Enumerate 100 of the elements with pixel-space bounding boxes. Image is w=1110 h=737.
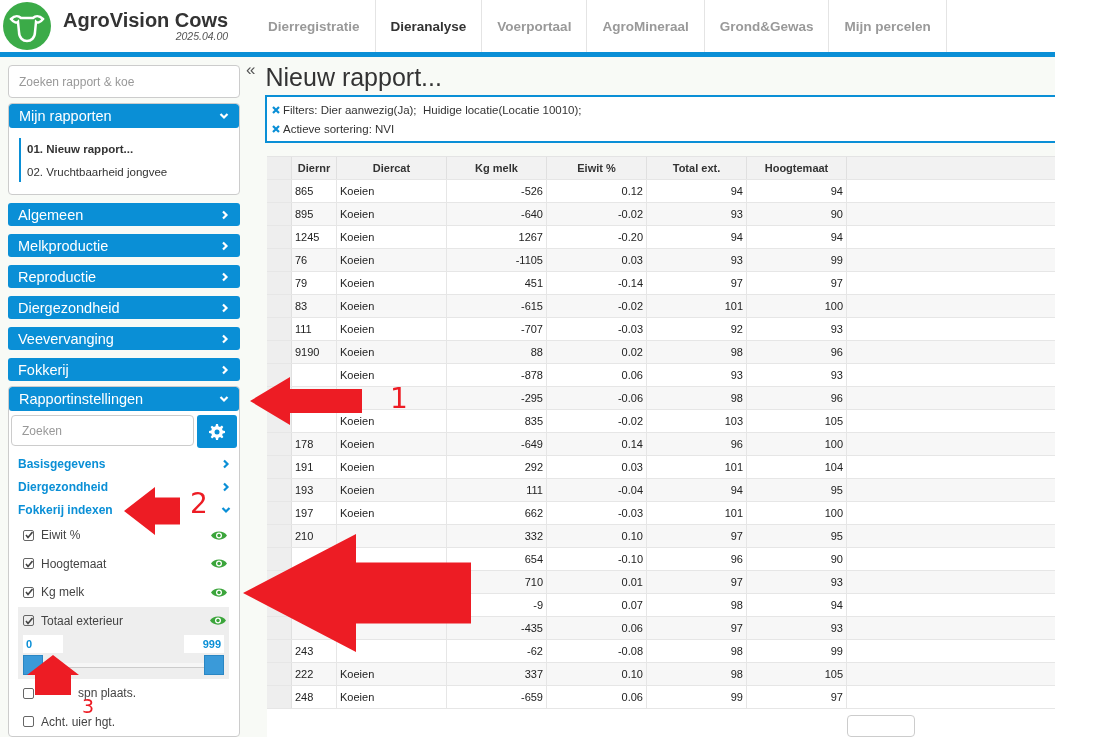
field-label: Eiwit % <box>41 528 81 543</box>
table-cell: Koeien <box>337 663 447 685</box>
accordion-header[interactable]: Veevervanging <box>8 327 240 350</box>
table-cell: -615 <box>447 295 547 317</box>
table-cell: 99 <box>647 686 747 708</box>
table-cell: 93 <box>647 364 747 386</box>
search-field[interactable]: Zoeken <box>11 415 194 446</box>
nav-tab[interactable]: Dieranalyse <box>375 0 483 52</box>
slider-handle[interactable] <box>204 655 224 675</box>
table-cell: 1245 <box>292 226 337 248</box>
table-cell: 101 <box>647 295 747 317</box>
checkbox[interactable] <box>23 687 34 699</box>
eye-icon[interactable] <box>210 615 226 627</box>
table-cell: 99 <box>747 249 847 271</box>
report-link[interactable]: 01. Nieuw rapport... <box>27 143 229 155</box>
max-input[interactable]: 999 <box>184 635 224 653</box>
column-header[interactable]: Kg melk <box>447 157 547 179</box>
table-cell: Koeien <box>337 502 447 524</box>
table-cell: 100 <box>747 502 847 524</box>
nav-tab[interactable]: Grond&Gewas <box>704 0 830 52</box>
table-cell: 9190 <box>292 341 337 363</box>
min-input[interactable]: 0 <box>23 635 63 653</box>
gear-icon <box>209 423 225 440</box>
table-cell: Koeien <box>337 180 447 202</box>
table-cell: 0.03 <box>547 456 647 478</box>
table-cell: -878 <box>447 364 547 386</box>
remove-icon[interactable] <box>272 106 280 114</box>
table-cell: -659 <box>447 686 547 708</box>
column-header[interactable]: Hoogtemaat <box>747 157 847 179</box>
annotation-number: 2 <box>190 490 208 518</box>
nav-tab[interactable]: Dierregistratie <box>253 0 376 52</box>
table-cell: 0.07 <box>547 594 647 616</box>
accordion-header[interactable]: Reproductie <box>8 265 240 288</box>
eye-icon[interactable] <box>211 558 227 570</box>
checkbox[interactable] <box>23 586 34 598</box>
table-cell: Koeien <box>337 203 447 225</box>
table-cell: 104 <box>747 456 847 478</box>
table-cell: 97 <box>647 272 747 294</box>
column-header[interactable]: Total ext. <box>647 157 747 179</box>
table-cell: 865 <box>292 180 337 202</box>
table-cell: -0.02 <box>547 295 647 317</box>
table-cell: 105 <box>747 410 847 432</box>
category-link[interactable]: Fokkerij indexen <box>18 502 113 517</box>
nav-tab[interactable]: AgroMineraal <box>587 0 705 52</box>
table-cell: 100 <box>747 433 847 455</box>
eye-icon[interactable] <box>211 529 227 541</box>
table-cell: 94 <box>747 594 847 616</box>
report-link[interactable]: 02. Vruchtbaarheid jongvee <box>27 166 229 178</box>
table-cell: 0.03 <box>547 249 647 271</box>
checkbox[interactable] <box>23 716 34 728</box>
table-cell: 95 <box>747 479 847 501</box>
search-field[interactable]: Zoeken rapport & koe <box>8 65 240 98</box>
table-cell: 222 <box>292 663 337 685</box>
settings-button[interactable] <box>197 415 237 448</box>
accordion-header[interactable]: Rapportinstellingen <box>9 387 239 411</box>
table-cell: 105 <box>747 663 847 685</box>
table-cell: 97 <box>747 272 847 294</box>
checkbox[interactable] <box>23 529 34 541</box>
accordion-header[interactable]: Melkproductie <box>8 234 240 257</box>
table-cell: 90 <box>747 203 847 225</box>
table-cell: Koeien <box>337 318 447 340</box>
table-cell: 111 <box>292 318 337 340</box>
table-cell: 96 <box>747 387 847 409</box>
nav-tab[interactable]: Voerportaal <box>482 0 588 52</box>
table-cell: Koeien <box>337 272 447 294</box>
field-label: Acht. uier hgt. <box>41 714 116 729</box>
accordion-header[interactable]: Mijn rapporten <box>9 104 239 128</box>
nav-tab[interactable]: Mijn percelen <box>829 0 947 52</box>
accordion-header[interactable]: Algemeen <box>8 203 240 226</box>
table-cell: 292 <box>447 456 547 478</box>
category-link[interactable]: Diergezondheid <box>18 479 108 494</box>
table-cell: 111 <box>447 479 547 501</box>
table-cell: 94 <box>747 180 847 202</box>
table-cell: 93 <box>647 203 747 225</box>
app-version: 2025.04.00 <box>175 30 229 42</box>
column-header[interactable]: Eiwit % <box>547 157 647 179</box>
accordion-header[interactable]: Diergezondheid <box>8 296 240 319</box>
table-cell: 94 <box>747 226 847 248</box>
remove-icon[interactable] <box>272 125 280 133</box>
category-link[interactable]: Basisgegevens <box>18 456 106 471</box>
collapse-button[interactable]: « <box>246 60 256 80</box>
table-cell: -640 <box>447 203 547 225</box>
table-cell: 0.01 <box>547 571 647 593</box>
table-cell: -0.02 <box>547 410 647 432</box>
checkbox[interactable] <box>23 615 34 627</box>
table-cell: -0.03 <box>547 318 647 340</box>
table-cell: 97 <box>747 686 847 708</box>
accordion-header[interactable]: Fokkerij <box>8 358 240 381</box>
eye-icon[interactable] <box>211 586 227 598</box>
checkbox[interactable] <box>23 558 34 570</box>
table-cell: 0.06 <box>547 617 647 639</box>
table-cell: 0.12 <box>547 180 647 202</box>
column-header[interactable]: Diercat <box>337 157 447 179</box>
table-cell: Koeien <box>337 456 447 478</box>
column-header[interactable]: Diernr <box>292 157 337 179</box>
table-cell: 94 <box>647 180 747 202</box>
table-cell: 83 <box>292 295 337 317</box>
field-label: Totaal exterieur <box>41 613 124 628</box>
field-label: Hoogtemaat <box>41 556 107 571</box>
table-cell: 0.06 <box>547 686 647 708</box>
